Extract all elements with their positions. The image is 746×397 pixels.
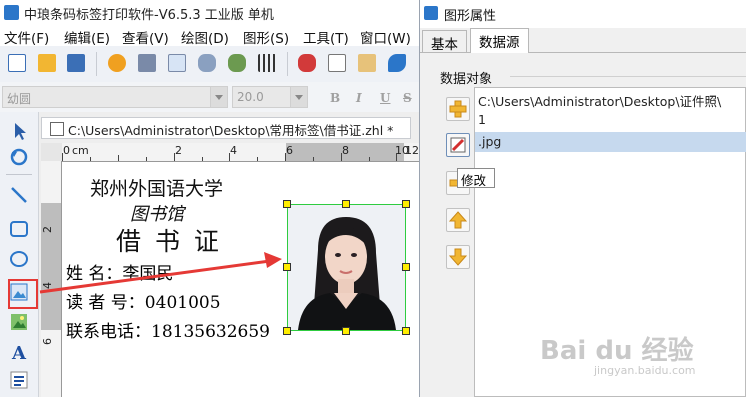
- group-divider: [510, 76, 746, 77]
- tab-data-source[interactable]: 数据源: [470, 28, 529, 53]
- data-object-group-label: 数据对象: [440, 72, 493, 87]
- list-item-filename[interactable]: 1: [478, 112, 486, 127]
- list-item-extension[interactable]: .jpg: [478, 134, 501, 149]
- edit-tooltip: 修改: [457, 168, 495, 188]
- tab-strip-line: [420, 52, 746, 53]
- list-selection-highlight: [475, 132, 746, 152]
- move-down-button[interactable]: [446, 245, 470, 269]
- red-arrow-annotation: [39, 252, 282, 294]
- dialog-icon: [424, 6, 438, 20]
- dialog-titlebar: 图形属性: [420, 0, 746, 28]
- add-button[interactable]: [446, 97, 470, 121]
- list-item-path[interactable]: C:\Users\Administrator\Desktop\证件照\: [478, 91, 721, 110]
- watermark-url: jingyan.baidu.com: [594, 364, 696, 377]
- edit-button[interactable]: [446, 133, 470, 157]
- tab-basic[interactable]: 基本: [422, 30, 467, 53]
- dialog-title: 图形属性: [444, 9, 497, 24]
- watermark-logo: Bai du 经验: [540, 336, 694, 366]
- move-up-button[interactable]: [446, 208, 470, 232]
